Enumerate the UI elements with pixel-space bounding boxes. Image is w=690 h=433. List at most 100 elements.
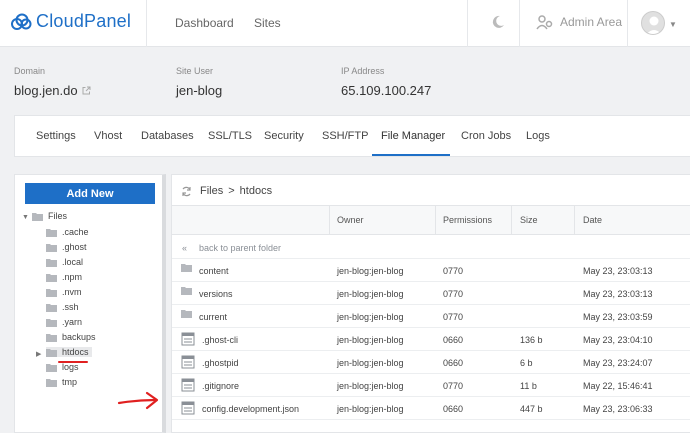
admin-area-link[interactable]: Admin Area xyxy=(536,14,622,30)
table-row[interactable]: .ghostpid jen-blog:jen-blog 0660 6 b May… xyxy=(172,351,690,374)
col-owner[interactable]: Owner xyxy=(337,215,364,225)
site-user-info: Site User jen-blog xyxy=(176,66,222,98)
cloud-logo-icon xyxy=(11,13,32,30)
domain-info: Domain blog.jen.do xyxy=(14,66,91,98)
file-name[interactable]: .gitignore xyxy=(202,381,239,391)
file-size: 6 b xyxy=(520,358,533,368)
add-new-button[interactable]: Add New xyxy=(25,183,155,204)
file-date: May 23, 23:04:10 xyxy=(583,335,653,345)
table-header: Owner Permissions Size Date xyxy=(172,205,690,235)
ip-info: IP Address 65.109.100.247 xyxy=(341,66,431,98)
file-size: 136 b xyxy=(520,335,543,345)
nav-dashboard[interactable]: Dashboard xyxy=(175,16,234,30)
folder-icon xyxy=(46,363,57,372)
tree-root-files[interactable]: Files xyxy=(32,211,67,221)
folder-icon xyxy=(181,310,192,318)
top-bar: CloudPanel Dashboard Sites Admin Area ▼ xyxy=(0,0,690,47)
tree-item-label: .local xyxy=(62,257,84,267)
tab-databases[interactable]: Databases xyxy=(141,130,194,142)
file-name[interactable]: .ghost-cli xyxy=(202,335,238,345)
tab-vhost[interactable]: Vhost xyxy=(94,130,122,142)
tree-item-label: .cache xyxy=(62,227,89,237)
file-date: May 23, 23:03:13 xyxy=(583,289,653,299)
file-date: May 23, 23:06:33 xyxy=(583,404,653,414)
table-row[interactable]: versions jen-blog:jen-blog 0770 May 23, … xyxy=(172,282,690,305)
tree-item-tmp[interactable]: tmp xyxy=(46,377,77,387)
table-row[interactable]: .ghost-cli jen-blog:jen-blog 0660 136 b … xyxy=(172,328,690,351)
logo[interactable]: CloudPanel xyxy=(10,11,131,32)
table-row[interactable]: config.development.json jen-blog:jen-blo… xyxy=(172,397,690,420)
file-name[interactable]: versions xyxy=(199,289,233,299)
tree-item-cache[interactable]: .cache xyxy=(46,227,89,237)
domain-value[interactable]: blog.jen.do xyxy=(14,83,78,98)
folder-icon xyxy=(181,264,192,272)
file-name[interactable]: content xyxy=(199,266,229,276)
tree-item-npm[interactable]: .npm xyxy=(46,272,82,282)
file-name[interactable]: current xyxy=(199,312,227,322)
domain-label: Domain xyxy=(14,66,46,76)
file-manager-panel: Files > htdocs Owner Permissions Size Da… xyxy=(171,174,690,433)
file-size: 447 b xyxy=(520,404,543,414)
table-row[interactable]: .gitignore jen-blog:jen-blog 0770 11 b M… xyxy=(172,374,690,397)
ip-label: IP Address xyxy=(341,66,385,76)
folder-icon xyxy=(46,288,57,297)
column-divider xyxy=(574,205,575,235)
external-link-icon[interactable] xyxy=(82,86,91,95)
tab-security[interactable]: Security xyxy=(264,130,304,142)
nav-sites[interactable]: Sites xyxy=(254,16,281,30)
divider xyxy=(146,0,147,47)
tab-logs[interactable]: Logs xyxy=(526,130,550,142)
column-divider xyxy=(329,205,330,235)
file-permissions: 0660 xyxy=(443,335,464,345)
file-name[interactable]: config.development.json xyxy=(202,404,299,414)
col-permissions[interactable]: Permissions xyxy=(443,215,492,225)
tree-item-logs[interactable]: logs xyxy=(46,362,79,372)
parent-folder-link[interactable]: back to parent folder xyxy=(199,243,281,253)
annotation-underline xyxy=(58,361,88,363)
tree-item-nvm[interactable]: .nvm xyxy=(46,287,82,297)
tree-item-label: .nvm xyxy=(62,287,82,297)
double-chevron-left-icon: « xyxy=(182,243,188,253)
file-permissions: 0660 xyxy=(443,404,464,414)
breadcrumb-files[interactable]: Files xyxy=(200,185,223,197)
table-row[interactable]: content jen-blog:jen-blog 0770 May 23, 2… xyxy=(172,259,690,282)
expand-triangle-icon[interactable]: ▼ xyxy=(22,214,29,221)
folder-icon xyxy=(46,258,57,267)
file-date: May 23, 23:24:07 xyxy=(583,358,653,368)
chevron-down-icon[interactable]: ▼ xyxy=(669,20,677,29)
tab-settings[interactable]: Settings xyxy=(36,130,76,142)
col-size[interactable]: Size xyxy=(520,215,538,225)
avatar[interactable] xyxy=(641,11,665,35)
tree-item-local[interactable]: .local xyxy=(46,257,83,267)
tab-ssl-tls[interactable]: SSL/TLS xyxy=(208,130,252,142)
breadcrumb-htdocs[interactable]: htdocs xyxy=(240,185,272,197)
tree-item-ghost[interactable]: .ghost xyxy=(46,242,87,252)
active-tab-indicator xyxy=(372,154,450,156)
tab-file-manager[interactable]: File Manager xyxy=(381,130,445,142)
moon-icon[interactable] xyxy=(490,14,506,30)
tree-item-yarn[interactable]: .yarn xyxy=(46,317,82,327)
file-name[interactable]: .ghostpid xyxy=(202,358,239,368)
file-permissions: 0770 xyxy=(443,381,464,391)
folder-icon xyxy=(46,273,57,282)
divider xyxy=(467,0,468,47)
gear-user-icon xyxy=(536,15,553,30)
folder-icon xyxy=(46,348,57,357)
collapse-triangle-icon[interactable]: ▶ xyxy=(36,350,41,358)
annotation-arrow-icon xyxy=(117,391,159,410)
tree-item-backups[interactable]: backups xyxy=(46,332,96,342)
file-permissions: 0770 xyxy=(443,266,464,276)
file-icon xyxy=(181,332,195,346)
tab-ssh-ftp[interactable]: SSH/FTP xyxy=(322,130,368,142)
parent-folder-row[interactable]: « back to parent folder xyxy=(172,236,690,259)
tab-cron-jobs[interactable]: Cron Jobs xyxy=(461,130,511,142)
tree-item-label: logs xyxy=(62,362,79,372)
tree-item-ssh[interactable]: .ssh xyxy=(46,302,79,312)
col-date[interactable]: Date xyxy=(583,215,602,225)
file-owner: jen-blog:jen-blog xyxy=(337,358,404,368)
tree-item-label: .npm xyxy=(62,272,83,282)
refresh-icon[interactable] xyxy=(181,186,192,197)
tree-item-htdocs[interactable]: htdocs xyxy=(46,347,92,357)
file-icon xyxy=(181,355,195,369)
table-row[interactable]: current jen-blog:jen-blog 0770 May 23, 2… xyxy=(172,305,690,328)
